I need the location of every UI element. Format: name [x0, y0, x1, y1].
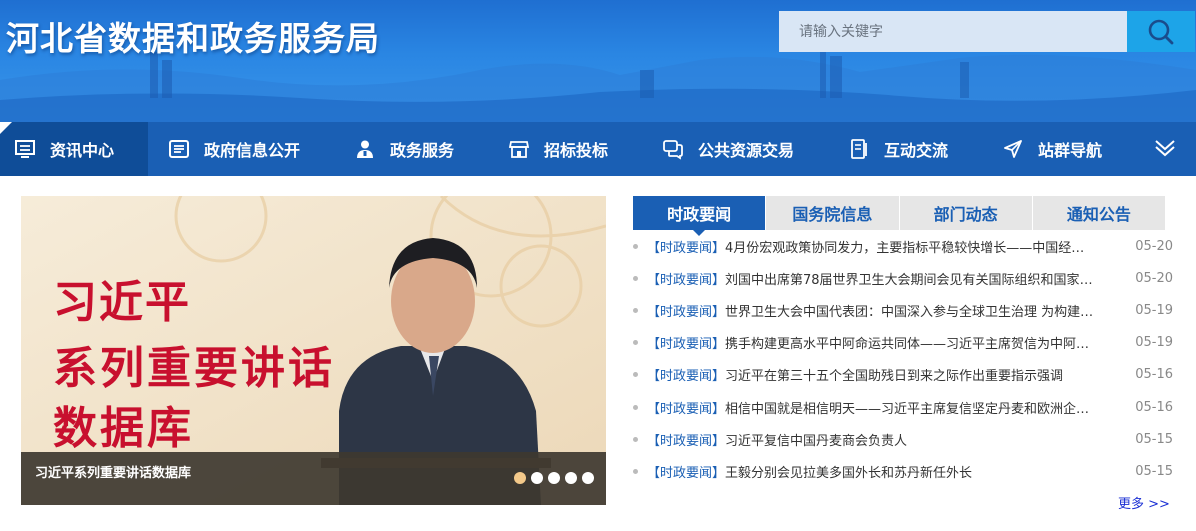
news-tabs: 时政要闻 国务院信息 部门动态 通知公告: [633, 196, 1165, 236]
news-date: 05-19: [1135, 335, 1173, 351]
notebook-icon: [848, 138, 870, 160]
list-item[interactable]: 【时政要闻】 4月份宏观政策协同发力，主要指标平稳较快增长——中国经济观察 05…: [633, 230, 1173, 262]
nav-item-news-center[interactable]: 资讯中心: [0, 122, 148, 176]
featured-slider[interactable]: 习近平 系列重要讲话 数据库 习近平系列重要讲话数据库: [21, 196, 606, 505]
list-item[interactable]: 【时政要闻】 习近平复信中国丹麦商会负责人 05-15: [633, 423, 1173, 455]
bullet-icon: [633, 372, 638, 378]
list-item[interactable]: 【时政要闻】 王毅分别会见拉美多国外长和苏丹新任外长 05-15: [633, 455, 1173, 487]
news-date: 05-16: [1135, 367, 1173, 383]
news-title[interactable]: 4月份宏观政策协同发力，主要指标平稳较快增长——中国经济观察: [725, 237, 1097, 256]
slider-dot[interactable]: [514, 472, 526, 484]
news-title[interactable]: 携手构建更高水平中阿命运共同体——习近平主席贺信为中阿合作指明方向: [725, 333, 1097, 352]
slider-dot[interactable]: [531, 472, 543, 484]
news-title[interactable]: 世界卫生大会中国代表团：中国深入参与全球卫生治理 为构建人类卫生健康共同体贡献力…: [725, 301, 1097, 320]
main-nav: 资讯中心 政府信息公开 政务服务 招标投标 公共资源交易 互动交流 站群导航: [0, 122, 1196, 176]
slide-headline-line1: 习近平: [53, 277, 191, 328]
news-tag: 【时政要闻】: [647, 465, 726, 481]
active-corner-marker: [0, 122, 12, 134]
news-tag: 【时政要闻】: [647, 272, 726, 288]
news-title[interactable]: 王毅分别会见拉美多国外长和苏丹新任外长: [725, 462, 1097, 481]
news-tag: 【时政要闻】: [647, 240, 726, 256]
bullet-icon: [633, 468, 638, 474]
slider-dot[interactable]: [548, 472, 560, 484]
news-tag: 【时政要闻】: [647, 369, 726, 385]
nav-item-label: 招标投标: [544, 141, 609, 160]
send-icon: [1002, 138, 1024, 160]
nav-item-label: 互动交流: [884, 141, 949, 160]
list-item[interactable]: 【时政要闻】 携手构建更高水平中阿命运共同体——习近平主席贺信为中阿合作指明方向…: [633, 327, 1173, 359]
search-input[interactable]: [779, 11, 1127, 52]
tab-notices[interactable]: 通知公告: [1033, 196, 1165, 230]
news-tag: 【时政要闻】: [647, 401, 726, 417]
list-icon: [168, 138, 190, 160]
tab-state-council[interactable]: 国务院信息: [766, 196, 900, 230]
list-item[interactable]: 【时政要闻】 刘国中出席第78届世界卫生大会期间会见有关国际组织和国家代表 05…: [633, 262, 1173, 294]
news-title[interactable]: 刘国中出席第78届世界卫生大会期间会见有关国际组织和国家代表: [725, 269, 1097, 288]
bullet-icon: [633, 436, 638, 442]
bullet-icon: [633, 307, 638, 313]
nav-item-label: 公共资源交易: [698, 141, 795, 160]
chevron-double-down-icon: [1155, 140, 1175, 157]
search-icon: [1148, 19, 1174, 44]
nav-item-label: 政府信息公开: [204, 141, 301, 160]
slide-headline-line3: 数据库: [53, 403, 194, 454]
nav-expand-button[interactable]: [1152, 135, 1178, 161]
news-title[interactable]: 相信中国就是相信明天——习近平主席复信坚定丹麦和欧洲企业信心: [725, 398, 1097, 417]
news-tag: 【时政要闻】: [647, 433, 726, 449]
nav-item-gov-info[interactable]: 政府信息公开: [148, 122, 334, 176]
news-date: 05-15: [1135, 431, 1173, 447]
monitor-icon: [14, 138, 36, 160]
news-list: 【时政要闻】 4月份宏观政策协同发力，主要指标平稳较快增长——中国经济观察 05…: [633, 230, 1173, 488]
news-title[interactable]: 习近平在第三十五个全国助残日到来之际作出重要指示强调: [725, 365, 1097, 384]
bullet-icon: [633, 275, 638, 281]
shop-icon: [508, 138, 530, 160]
tab-department-news[interactable]: 部门动态: [900, 196, 1033, 230]
slide-caption[interactable]: 习近平系列重要讲话数据库: [35, 462, 191, 481]
news-date: 05-15: [1135, 463, 1173, 479]
list-item[interactable]: 【时政要闻】 相信中国就是相信明天——习近平主席复信坚定丹麦和欧洲企业信心 05…: [633, 391, 1173, 423]
list-item[interactable]: 【时政要闻】 习近平在第三十五个全国助残日到来之际作出重要指示强调 05-16: [633, 359, 1173, 391]
slider-dot[interactable]: [565, 472, 577, 484]
person-icon: [354, 138, 376, 160]
nav-item-site-navigation[interactable]: 站群导航: [982, 122, 1132, 176]
slide-caption-bar: 习近平系列重要讲话数据库: [21, 452, 606, 505]
list-item[interactable]: 【时政要闻】 世界卫生大会中国代表团：中国深入参与全球卫生治理 为构建人类卫生健…: [633, 294, 1173, 326]
bullet-icon: [633, 404, 638, 410]
bullet-icon: [633, 243, 638, 249]
news-date: 05-16: [1135, 399, 1173, 415]
news-title[interactable]: 习近平复信中国丹麦商会负责人: [725, 430, 1097, 449]
chat-icon: [662, 138, 684, 160]
search-button[interactable]: [1127, 11, 1195, 52]
tab-current-affairs[interactable]: 时政要闻: [633, 196, 767, 236]
nav-item-label: 站群导航: [1038, 141, 1103, 160]
nav-item-bidding[interactable]: 招标投标: [488, 122, 642, 176]
site-title: 河北省数据和政务服务局: [6, 19, 380, 58]
slider-dot[interactable]: [582, 472, 594, 484]
slide-headline-line2: 系列重要讲话: [53, 343, 335, 394]
nav-item-interaction[interactable]: 互动交流: [828, 122, 982, 176]
news-date: 05-20: [1135, 238, 1173, 254]
site-header: 河北省数据和政务服务局: [0, 0, 1196, 122]
news-date: 05-19: [1135, 302, 1173, 318]
bullet-icon: [633, 340, 638, 346]
nav-item-public-resources[interactable]: 公共资源交易: [642, 122, 828, 176]
news-date: 05-20: [1135, 270, 1173, 286]
nav-item-label: 资讯中心: [50, 141, 115, 160]
slider-pagination: [514, 472, 594, 484]
more-link[interactable]: 更多 >>: [1118, 493, 1170, 512]
news-tag: 【时政要闻】: [647, 304, 726, 320]
nav-item-label: 政务服务: [390, 141, 455, 160]
news-tag: 【时政要闻】: [647, 337, 726, 353]
nav-item-gov-services[interactable]: 政务服务: [334, 122, 488, 176]
